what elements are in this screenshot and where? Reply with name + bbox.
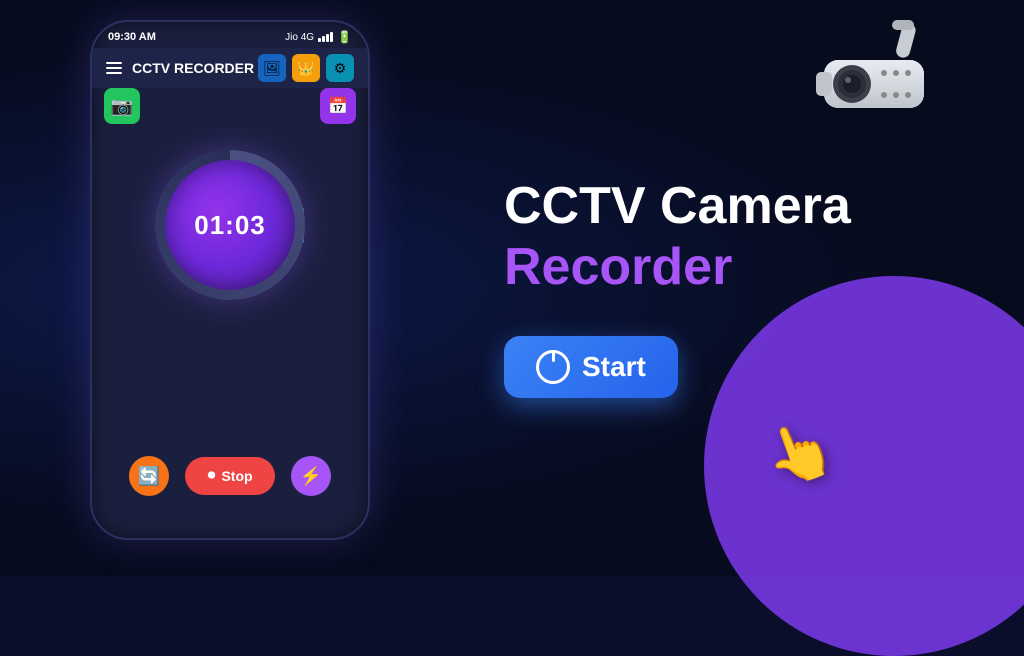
timer-inner-circle: 01:03 [165,160,295,290]
start-button[interactable]: Start [504,336,678,398]
phone-content: 📷 📅 01:03 🔄 ⏺ [92,88,368,516]
gallery-icon: 🖼 [263,60,281,77]
camera-icon: 📷 [111,96,133,117]
battery-icon: 🔋 [337,30,352,44]
phone-frame: 09:30 AM Jio 4G 🔋 CCTV RECORDER 🖼 👑 [90,20,370,540]
settings-icon-btn[interactable]: ⚙ [326,54,354,82]
stop-btn[interactable]: ⏺ Stop [185,457,275,495]
hand-cursor-icon: 👆 [755,410,843,496]
stop-record-icon: ⏺ [207,467,215,485]
timer-outer-ring: 01:03 [155,150,305,300]
stop-label: Stop [221,468,252,484]
app-header-title: CCTV RECORDER [132,60,258,76]
schedule-btn[interactable]: 📅 [320,88,356,124]
signal-icon [318,32,333,42]
hamburger-menu[interactable] [106,62,122,74]
crown-icon-btn[interactable]: 👑 [292,54,320,82]
status-bar: 09:30 AM Jio 4G 🔋 [92,22,368,48]
phone-area: 09:30 AM Jio 4G 🔋 CCTV RECORDER 🖼 👑 [60,20,400,560]
flash-icon: ⚡ [300,466,322,487]
app-name-main: CCTV Camera [504,178,964,235]
timer-display: 01:03 [194,210,266,241]
rotate-icon: 🔄 [138,466,160,487]
timer-section: 01:03 [155,150,305,300]
app-name-sub: Recorder [504,239,964,296]
power-icon [536,350,570,384]
app-header: CCTV RECORDER 🖼 👑 ⚙ [92,48,368,88]
crown-icon: 👑 [297,60,314,77]
start-label: Start [582,351,646,383]
right-area: CCTV Camera Recorder Start 👆 [464,0,1024,576]
status-right: Jio 4G 🔋 [285,30,352,44]
rotate-btn[interactable]: 🔄 [129,456,169,496]
settings-icon: ⚙ [334,60,347,77]
camera-btn[interactable]: 📷 [104,88,140,124]
flash-btn[interactable]: ⚡ [291,456,331,496]
header-icons: 🖼 👑 ⚙ [258,54,354,82]
schedule-icon: 📅 [328,96,348,116]
bottom-controls: 🔄 ⏺ Stop ⚡ [129,456,331,496]
carrier-text: Jio 4G [285,32,314,43]
gallery-icon-btn[interactable]: 🖼 [258,54,286,82]
status-time: 09:30 AM [108,31,156,43]
